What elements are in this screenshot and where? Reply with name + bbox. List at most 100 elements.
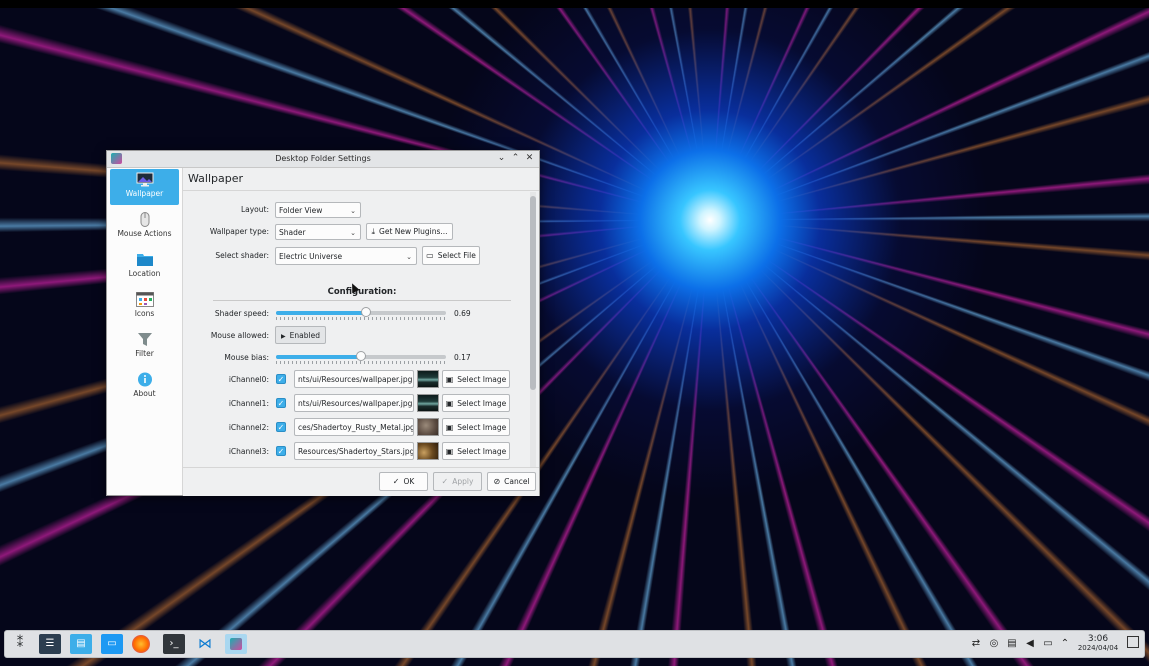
select-file-button[interactable]: ▭ Select File [422, 246, 480, 265]
network-icon[interactable]: ⇄ [970, 637, 982, 651]
ichannel1-path-field[interactable]: nts/ui/Resources/wallpaper.jpg [294, 394, 414, 412]
system-settings-icon[interactable]: ☰ [39, 634, 61, 654]
ichannel2-checkbox[interactable]: ✓ [276, 422, 286, 432]
layout-combo[interactable]: Folder View ⌄ [275, 202, 361, 218]
file-icon: ▭ [426, 251, 434, 260]
minimize-button[interactable]: ⌄ [496, 153, 507, 164]
image-icon: ▣ [445, 423, 454, 432]
apply-label: Apply [452, 477, 474, 486]
discover-store-icon[interactable]: ▤ [70, 634, 92, 654]
vscode-icon[interactable]: ⋈ [194, 634, 216, 654]
sidebar-item-filter[interactable]: Filter [110, 329, 179, 365]
cancel-label: Cancel [504, 477, 530, 486]
image-icon: ▣ [445, 447, 454, 456]
scrollbar[interactable] [530, 192, 536, 487]
shader-wallpaper-app-icon[interactable] [225, 634, 247, 654]
app-launcher-icon[interactable]: ⁑ [9, 634, 31, 654]
ichannel0-checkbox[interactable]: ✓ [276, 374, 286, 384]
taskbar: ⁑ ☰ ▤ ▭ ›_ ⋈ ⇄ ◎ ▤ ◀ ▭ ⌃ 3:06 2024/04/04 [4, 630, 1145, 658]
clock[interactable]: 3:06 2024/04/04 [1075, 634, 1121, 652]
dialog-footer: ✓ OK ✓ Apply ⊘ Cancel [183, 467, 539, 496]
select-image-label: Select Image [457, 399, 507, 408]
ichannel2-path-field[interactable]: ces/Shadertoy_Rusty_Metal.jpg [294, 418, 414, 436]
sidebar-item-label: Filter [135, 349, 154, 358]
layout-value: Folder View [279, 206, 323, 215]
layout-label: Layout: [240, 205, 269, 214]
window-title: Desktop Folder Settings [275, 154, 371, 163]
ichannel0-thumbnail [417, 370, 439, 388]
icons-grid-icon [135, 292, 154, 307]
ichannel0-label: iChannel0: [228, 375, 269, 384]
top-band [0, 0, 1149, 8]
mouse-allowed-label: Mouse allowed: [210, 331, 269, 340]
clock-time: 3:06 [1087, 634, 1109, 644]
ichannel3-path-field[interactable]: Resources/Shadertoy_Stars.jpg [294, 442, 414, 460]
select-image-label: Select Image [457, 423, 507, 432]
wallpaper-type-label: Wallpaper type: [209, 227, 269, 236]
apply-button[interactable]: ✓ Apply [433, 472, 482, 491]
scrollbar-thumb[interactable] [530, 196, 536, 390]
select-file-label: Select File [437, 251, 476, 260]
content-area: Wallpaper Layout: Folder View ⌄ Wallpaper… [183, 168, 539, 496]
ichannel2-label: iChannel2: [228, 423, 269, 432]
play-icon: ▶ [281, 333, 286, 340]
slider-ticks [276, 317, 446, 320]
ichannel1-checkbox[interactable]: ✓ [276, 398, 286, 408]
display-icon[interactable]: ▭ [1042, 637, 1054, 651]
get-new-plugins-button[interactable]: ⤓ Get New Plugins... [366, 223, 453, 240]
slider-handle[interactable] [356, 351, 366, 361]
volume-icon[interactable]: ◀ [1024, 637, 1036, 651]
chevron-down-icon: ⌄ [350, 229, 356, 237]
sidebar-item-label: Wallpaper [125, 189, 164, 198]
wallpaper-type-combo[interactable]: Shader ⌄ [275, 224, 361, 240]
mouse-bias-value: 0.17 [454, 353, 471, 362]
mouse-bias-slider[interactable] [276, 351, 446, 361]
show-desktop-icon[interactable] [1127, 636, 1139, 648]
slider-fill [276, 355, 361, 359]
slider-handle[interactable] [361, 307, 372, 317]
shader-speed-slider[interactable] [276, 307, 446, 317]
ichannel1-label: iChannel1: [228, 399, 269, 408]
screenshot-icon[interactable]: ◎ [988, 637, 1000, 651]
wallpaper-icon [136, 172, 153, 187]
ichannel1-select-image-button[interactable]: ▣ Select Image [442, 394, 510, 412]
sidebar-item-label: About [133, 389, 156, 398]
check-icon: ✓ [392, 477, 400, 486]
slider-fill [276, 311, 367, 315]
sidebar-item-icons[interactable]: Icons [110, 289, 179, 325]
ichannel3-select-image-button[interactable]: ▣ Select Image [442, 442, 510, 460]
mouse-icon [140, 212, 149, 227]
clipboard-icon[interactable]: ▤ [1006, 637, 1018, 651]
sidebar-item-mouse-actions[interactable]: Mouse Actions [110, 209, 179, 245]
ichannel2-select-image-button[interactable]: ▣ Select Image [442, 418, 510, 436]
firefox-icon[interactable] [132, 635, 150, 653]
ichannel0-select-image-button[interactable]: ▣ Select Image [442, 370, 510, 388]
select-shader-value: Electric Universe [279, 252, 343, 261]
ichannel0-path-field[interactable]: nts/ui/Resources/wallpaper.jpg [294, 370, 414, 388]
shader-speed-value: 0.69 [454, 309, 471, 318]
sidebar-item-label: Location [128, 269, 161, 278]
title-bar[interactable]: Desktop Folder Settings ⌄ ⌃ ✕ [107, 151, 539, 168]
close-button[interactable]: ✕ [524, 153, 535, 164]
info-icon [137, 372, 152, 387]
mouse-allowed-toggle[interactable]: ▶ Enabled [275, 326, 326, 344]
tray-expand-icon[interactable]: ⌃ [1059, 637, 1071, 651]
ichannel3-checkbox[interactable]: ✓ [276, 446, 286, 456]
image-icon: ▣ [445, 375, 454, 384]
cancel-button[interactable]: ⊘ Cancel [487, 472, 536, 491]
sidebar-item-location[interactable]: Location [110, 249, 179, 285]
terminal-icon[interactable]: ›_ [163, 634, 185, 654]
sidebar: Wallpaper Mouse Actions Location Icons F… [107, 168, 183, 495]
maximize-button[interactable]: ⌃ [510, 153, 521, 164]
sidebar-item-wallpaper[interactable]: Wallpaper [110, 169, 179, 205]
ok-button[interactable]: ✓ OK [379, 472, 428, 491]
desktop-folder-settings-window[interactable]: Desktop Folder Settings ⌄ ⌃ ✕ Wallpaper … [106, 150, 540, 496]
file-manager-icon[interactable]: ▭ [101, 634, 123, 654]
sidebar-item-label: Icons [134, 309, 155, 318]
clock-date: 2024/04/04 [1077, 644, 1119, 652]
mouse-allowed-value: Enabled [289, 331, 320, 340]
ichannel1-thumbnail [417, 394, 439, 412]
select-shader-combo[interactable]: Electric Universe ⌄ [275, 247, 417, 265]
cancel-icon: ⊘ [493, 477, 501, 486]
sidebar-item-about[interactable]: About [110, 369, 179, 405]
